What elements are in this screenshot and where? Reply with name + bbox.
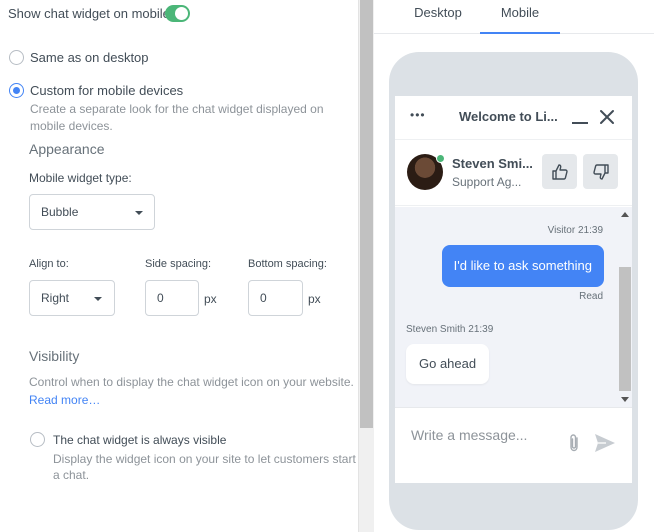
- bottom-spacing-unit: px: [308, 292, 321, 306]
- side-spacing-unit: px: [204, 292, 217, 306]
- agent-avatar: [407, 154, 445, 190]
- preview-panel: Desktop Mobile ••• Welcome to Li... Stev…: [374, 0, 654, 532]
- chat-header-title: Welcome to Li...: [459, 109, 558, 124]
- settings-scrollbar-thumb[interactable]: [360, 0, 373, 428]
- messages-scrollbar-thumb[interactable]: [619, 267, 631, 391]
- chevron-down-icon: [135, 211, 143, 215]
- align-value: Right: [41, 291, 70, 305]
- agent-name: Steven Smi...: [452, 156, 533, 171]
- online-indicator: [436, 154, 445, 163]
- show-on-mobile-label: Show chat widget on mobile: [8, 6, 170, 21]
- always-visible-desc-2: a chat.: [53, 468, 90, 482]
- radio-same-as-desktop[interactable]: [9, 50, 24, 65]
- visibility-desc: Control when to display the chat widget …: [29, 375, 354, 389]
- widget-type-select[interactable]: Bubble: [29, 194, 155, 230]
- bottom-spacing-value: 0: [260, 291, 267, 305]
- custom-mobile-desc-1: Create a separate look for the chat widg…: [30, 102, 324, 116]
- widget-type-label: Mobile widget type:: [29, 171, 132, 185]
- close-icon[interactable]: [598, 108, 616, 126]
- always-visible-desc-1: Display the widget icon on your site to …: [53, 452, 356, 466]
- scroll-down-arrow[interactable]: [621, 397, 629, 402]
- message-list: Visitor 21:39 I'd like to ask something …: [395, 207, 632, 407]
- settings-scrollbar[interactable]: [358, 0, 374, 532]
- radio-always-visible[interactable]: [30, 432, 45, 447]
- show-on-mobile-toggle[interactable]: [165, 5, 190, 22]
- preview-tabs: Desktop Mobile: [374, 0, 654, 34]
- thumbs-down-icon: [592, 163, 609, 180]
- same-as-desktop-label[interactable]: Same as on desktop: [30, 50, 149, 65]
- always-visible-label[interactable]: The chat widget is always visible: [53, 433, 226, 447]
- scroll-up-arrow[interactable]: [621, 212, 629, 217]
- radio-custom-mobile[interactable]: [9, 83, 24, 98]
- thumbs-up-icon: [551, 163, 568, 180]
- side-spacing-value: 0: [157, 291, 164, 305]
- align-label: Align to:: [29, 258, 69, 270]
- bottom-spacing-input[interactable]: 0: [248, 280, 303, 316]
- custom-mobile-label[interactable]: Custom for mobile devices: [30, 83, 183, 98]
- appearance-heading: Appearance: [29, 141, 105, 157]
- agent-role: Support Ag...: [452, 175, 522, 189]
- visitor-message-bubble: I'd like to ask something: [441, 245, 604, 287]
- custom-mobile-desc-2: mobile devices.: [30, 119, 113, 133]
- minimize-icon[interactable]: [572, 122, 588, 124]
- tab-desktop[interactable]: Desktop: [404, 0, 472, 34]
- agent-message-bubble: Go ahead: [406, 344, 490, 384]
- settings-panel: Show chat widget on mobile Same as on de…: [0, 0, 358, 532]
- attachment-icon[interactable]: [567, 433, 581, 453]
- read-status: Read: [579, 291, 603, 302]
- send-icon[interactable]: [594, 433, 616, 453]
- agent-message-meta: Steven Smith 21:39: [406, 324, 494, 335]
- message-input-placeholder[interactable]: Write a message...: [411, 427, 527, 443]
- menu-dots-icon[interactable]: •••: [410, 108, 426, 122]
- message-composer[interactable]: Write a message...: [395, 407, 632, 483]
- widget-type-value: Bubble: [41, 205, 79, 219]
- read-more-link[interactable]: Read more…: [29, 393, 100, 407]
- messages-scrollbar[interactable]: [618, 207, 632, 407]
- agent-bar: Steven Smi... Support Ag...: [395, 140, 632, 206]
- bottom-spacing-label: Bottom spacing:: [248, 258, 327, 270]
- chevron-down-icon: [94, 297, 102, 301]
- align-select[interactable]: Right: [29, 280, 115, 316]
- chat-header: ••• Welcome to Li...: [395, 96, 632, 140]
- side-spacing-input[interactable]: 0: [145, 280, 199, 316]
- visitor-message-meta: Visitor 21:39: [547, 225, 603, 236]
- visibility-heading: Visibility: [29, 348, 80, 364]
- chat-window: ••• Welcome to Li... Steven Smi... Suppo…: [395, 96, 632, 483]
- side-spacing-label: Side spacing:: [145, 258, 212, 270]
- tab-mobile[interactable]: Mobile: [480, 0, 560, 34]
- thumbs-down-button[interactable]: [583, 154, 618, 189]
- thumbs-up-button[interactable]: [542, 154, 577, 189]
- phone-frame: ••• Welcome to Li... Steven Smi... Suppo…: [389, 52, 638, 530]
- toggle-knob: [175, 7, 188, 20]
